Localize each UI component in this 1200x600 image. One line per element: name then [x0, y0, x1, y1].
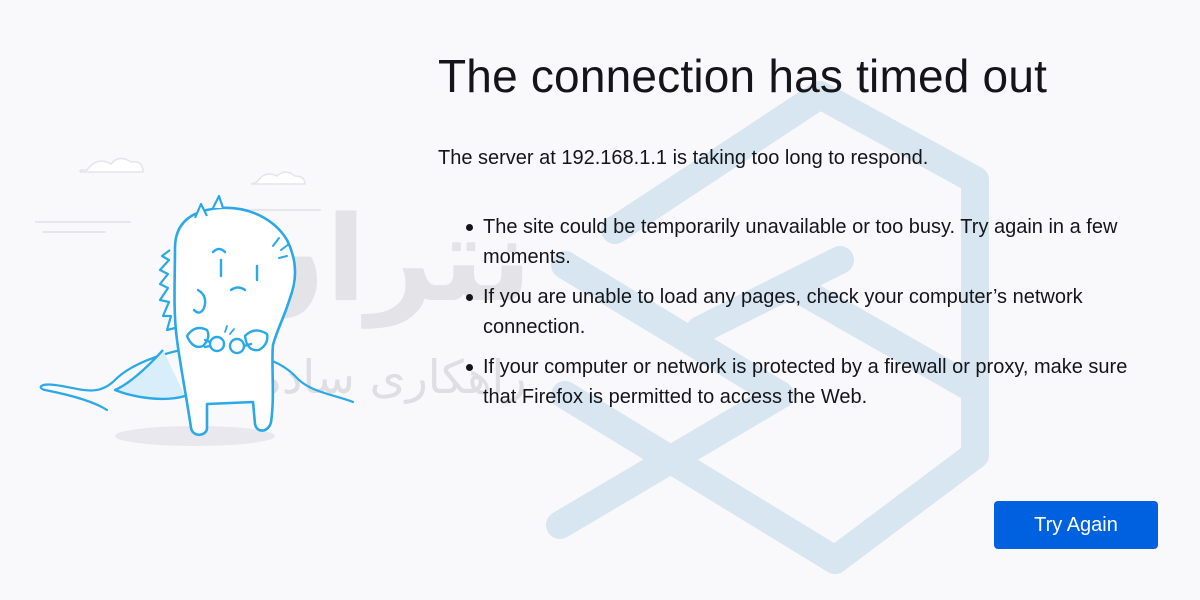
reasons-list: The site could be temporarily unavailabl… [438, 212, 1178, 412]
reason-text: If you are unable to load any pages, che… [483, 286, 1083, 338]
reason-text: The site could be temporarily unavailabl… [483, 216, 1118, 268]
bullet-icon [466, 294, 473, 301]
try-again-button[interactable]: Try Again [994, 501, 1158, 549]
list-item: If your computer or network is protected… [466, 352, 1163, 412]
list-item: The site could be temporarily unavailabl… [466, 212, 1163, 272]
list-item: If you are unable to load any pages, che… [466, 282, 1163, 342]
error-title: The connection has timed out [438, 50, 1048, 102]
bullet-icon [466, 364, 473, 371]
error-page: نتران راهکاری ساده تر The connection has… [0, 0, 1200, 600]
bullet-icon [466, 224, 473, 231]
error-description: The server at 192.168.1.1 is taking too … [438, 147, 929, 169]
dino-unplugged-illustration-icon [34, 140, 375, 460]
reason-text: If your computer or network is protected… [483, 356, 1128, 408]
error-content: The connection has timed out The server … [438, 46, 1178, 422]
